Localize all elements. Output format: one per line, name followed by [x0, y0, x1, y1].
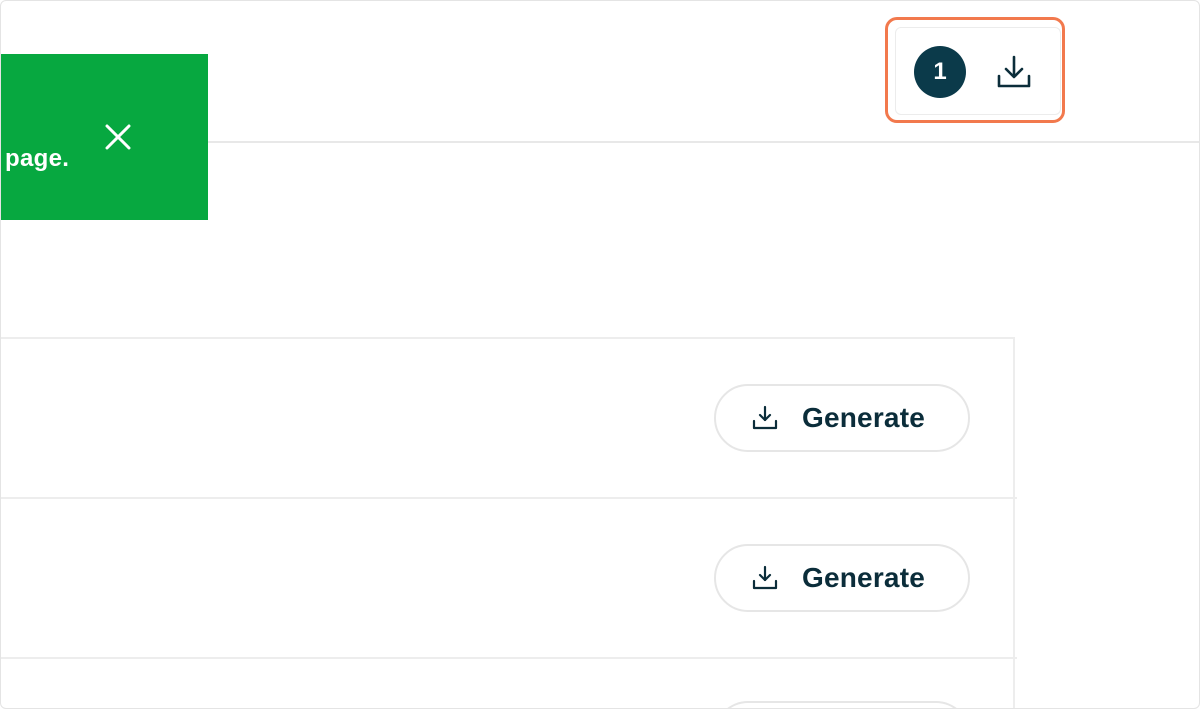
toast-message: page. — [5, 145, 70, 172]
download-icon[interactable] — [995, 53, 1033, 91]
app-window: 1 page. Generate Generate — [0, 0, 1200, 709]
success-toast: page. — [1, 54, 208, 220]
generate-button-label: Generate — [802, 402, 925, 433]
generate-button-partial[interactable] — [714, 701, 970, 708]
downloads-count-badge: 1 — [914, 46, 966, 98]
highlight-box — [885, 17, 1065, 123]
generate-button[interactable]: Generate — [714, 544, 970, 612]
download-icon — [752, 565, 778, 590]
generate-button[interactable]: Generate — [714, 384, 970, 452]
download-icon — [752, 405, 778, 430]
close-icon[interactable] — [103, 122, 133, 152]
row-divider — [1, 497, 1017, 499]
row-divider — [1, 657, 1017, 659]
generate-button-label: Generate — [802, 562, 925, 593]
